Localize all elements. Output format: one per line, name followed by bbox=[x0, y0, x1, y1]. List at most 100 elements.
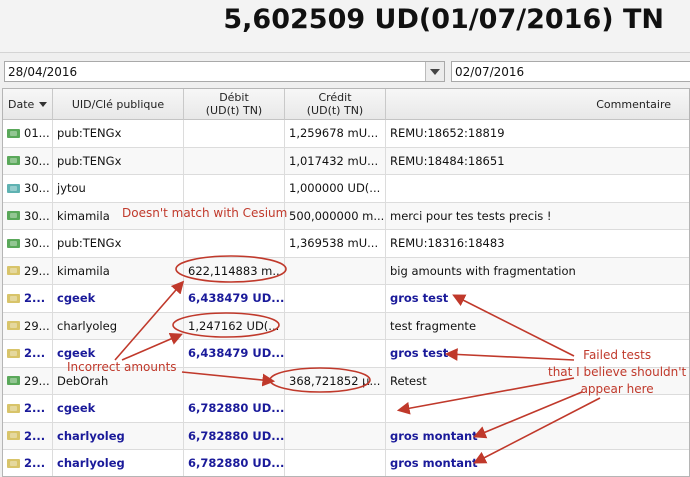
yellow-transfer-icon bbox=[7, 458, 20, 468]
debit-text: 1,247162 UD(... bbox=[188, 318, 280, 333]
table-row[interactable]: 2... cgeek 6,782880 UD... bbox=[3, 395, 689, 423]
cell-comment: REMU:18484:18651 bbox=[386, 148, 689, 175]
teal-transfer-icon bbox=[7, 183, 20, 193]
yellow-transfer-icon bbox=[7, 431, 20, 441]
green-transfer-icon bbox=[7, 128, 20, 138]
cell-date: 2... bbox=[3, 450, 53, 476]
sort-desc-icon bbox=[39, 101, 48, 107]
cell-comment: test fragmente bbox=[386, 313, 689, 340]
transactions-table: Date UID/Clé publique Débit (UD(t) TN) C… bbox=[2, 88, 690, 477]
table-row[interactable]: 30... jytou 1,000000 UD(... bbox=[3, 175, 689, 203]
cell-credit bbox=[285, 285, 386, 312]
uid-text: charlyoleg bbox=[57, 456, 125, 471]
comment-text: Retest bbox=[390, 373, 427, 388]
uid-text: charlyoleg bbox=[57, 318, 117, 333]
cell-debit: 6,438479 UD... bbox=[184, 285, 285, 312]
annotation-failed-tests: Failed tests that I believe shouldn't ap… bbox=[548, 348, 687, 396]
cell-comment: big amounts with fragmentation bbox=[386, 258, 689, 285]
cell-date: 30... bbox=[3, 202, 53, 229]
cell-debit: 1,247162 UD(... bbox=[184, 312, 285, 339]
comment-text: gros montant bbox=[390, 428, 478, 443]
cell-uid: pub:TENGx bbox=[53, 147, 184, 174]
table-row[interactable]: 2... charlyoleg 6,782880 UD... gros montant bbox=[3, 422, 689, 450]
cell-date: 2... bbox=[3, 395, 53, 422]
comment-text: gros montant bbox=[390, 456, 478, 471]
uid-text: cgeek bbox=[57, 291, 96, 306]
cell-credit bbox=[285, 312, 386, 339]
date-text: 2... bbox=[24, 291, 46, 306]
cell-credit: 1,000000 UD(... bbox=[285, 175, 386, 202]
debit-text: 6,438479 UD... bbox=[188, 291, 285, 306]
cell-date: 2... bbox=[3, 422, 53, 449]
cell-comment: gros montant bbox=[386, 423, 689, 450]
column-header-comment[interactable]: Commentaire bbox=[386, 89, 689, 120]
cell-debit: 622,114883 m... bbox=[184, 257, 285, 284]
comment-text: REMU:18652:18819 bbox=[390, 126, 505, 141]
cell-debit bbox=[184, 230, 285, 257]
cell-date: 30... bbox=[3, 175, 53, 202]
uid-text: cgeek bbox=[57, 346, 96, 361]
credit-text: 500,000000 m... bbox=[289, 208, 385, 223]
green-transfer-icon bbox=[7, 238, 20, 248]
yellow-transfer-icon bbox=[7, 266, 20, 276]
table-row[interactable]: 2... charlyoleg 6,782880 UD... gros montant bbox=[3, 450, 689, 476]
chevron-down-icon bbox=[430, 69, 440, 75]
cell-credit bbox=[285, 257, 386, 284]
date-to-field[interactable]: 02/07/2016 bbox=[451, 61, 690, 82]
cell-date: 2... bbox=[3, 285, 53, 312]
table-row[interactable]: 30... pub:TENGx 1,369538 mU... REMU:18316:1… bbox=[3, 230, 689, 258]
table-row[interactable]: 30... pub:TENGx 1,017432 mU... REMU:18484:1… bbox=[3, 147, 689, 175]
column-header-debit[interactable]: Débit (UD(t) TN) bbox=[184, 89, 285, 120]
date-text: 29... bbox=[24, 373, 50, 388]
column-header-date[interactable]: Date bbox=[3, 89, 53, 120]
date-from-field[interactable]: 28/04/2016 bbox=[4, 61, 445, 82]
cell-credit: 500,000000 m... bbox=[285, 202, 386, 229]
green-transfer-icon bbox=[7, 376, 20, 386]
credit-text: 1,369538 mU... bbox=[289, 236, 379, 251]
cell-date: 30... bbox=[3, 230, 53, 257]
cell-comment bbox=[386, 175, 689, 202]
date-text: 01... bbox=[24, 126, 50, 141]
cell-debit: 6,782880 UD... bbox=[184, 395, 285, 422]
cell-debit: 6,438479 UD... bbox=[184, 340, 285, 367]
date-text: 30... bbox=[24, 208, 50, 223]
cell-credit bbox=[285, 422, 386, 449]
column-header-credit[interactable]: Crédit (UD(t) TN) bbox=[285, 89, 386, 120]
cell-uid: cgeek bbox=[53, 395, 184, 422]
uid-text: kimamila bbox=[57, 208, 110, 223]
date-text: 30... bbox=[24, 181, 50, 196]
cell-comment: merci pour tes tests precis ! bbox=[386, 203, 689, 230]
cell-date: 29... bbox=[3, 312, 53, 339]
cell-comment: REMU:18652:18819 bbox=[386, 120, 689, 147]
cell-uid: cgeek bbox=[53, 285, 184, 312]
cell-uid: pub:TENGx bbox=[53, 230, 184, 257]
table-row[interactable]: 2... cgeek 6,438479 UD... gros test bbox=[3, 285, 689, 313]
date-text: 2... bbox=[24, 346, 46, 361]
column-header-uid[interactable]: UID/Clé publique bbox=[53, 89, 184, 120]
cell-credit: 1,017432 mU... bbox=[285, 147, 386, 174]
credit-text: 368,721852 µ... bbox=[289, 373, 381, 388]
cell-debit bbox=[184, 367, 285, 394]
cell-credit: 1,259678 mU... bbox=[285, 120, 386, 147]
green-transfer-icon bbox=[7, 156, 20, 166]
debit-text: 6,438479 UD... bbox=[188, 346, 285, 361]
date-text: 30... bbox=[24, 153, 50, 168]
date-from-dropdown-button[interactable] bbox=[425, 62, 444, 81]
comment-text: REMU:18484:18651 bbox=[390, 153, 505, 168]
debit-text: 6,782880 UD... bbox=[188, 401, 285, 416]
cell-debit: 6,782880 UD... bbox=[184, 450, 285, 476]
cell-credit: 1,369538 mU... bbox=[285, 230, 386, 257]
table-row[interactable]: 29... kimamila 622,114883 m... big amounts … bbox=[3, 257, 689, 285]
comment-text: REMU:18316:18483 bbox=[390, 236, 505, 251]
uid-text: pub:TENGx bbox=[57, 236, 122, 251]
table-row[interactable]: 29... charlyoleg 1,247162 UD(... test fragm… bbox=[3, 312, 689, 340]
cell-date: 29... bbox=[3, 257, 53, 284]
uid-text: charlyoleg bbox=[57, 428, 125, 443]
table-row[interactable]: 01... pub:TENGx 1,259678 mU... REMU:18652:1… bbox=[3, 120, 689, 148]
cell-debit bbox=[184, 120, 285, 147]
table-row[interactable]: 30... kimamila 500,000000 m... merci pour t… bbox=[3, 202, 689, 230]
yellow-transfer-icon bbox=[7, 348, 20, 358]
cell-comment bbox=[386, 395, 689, 422]
uid-text: pub:TENGx bbox=[57, 126, 122, 141]
cell-uid: kimamila bbox=[53, 257, 184, 284]
